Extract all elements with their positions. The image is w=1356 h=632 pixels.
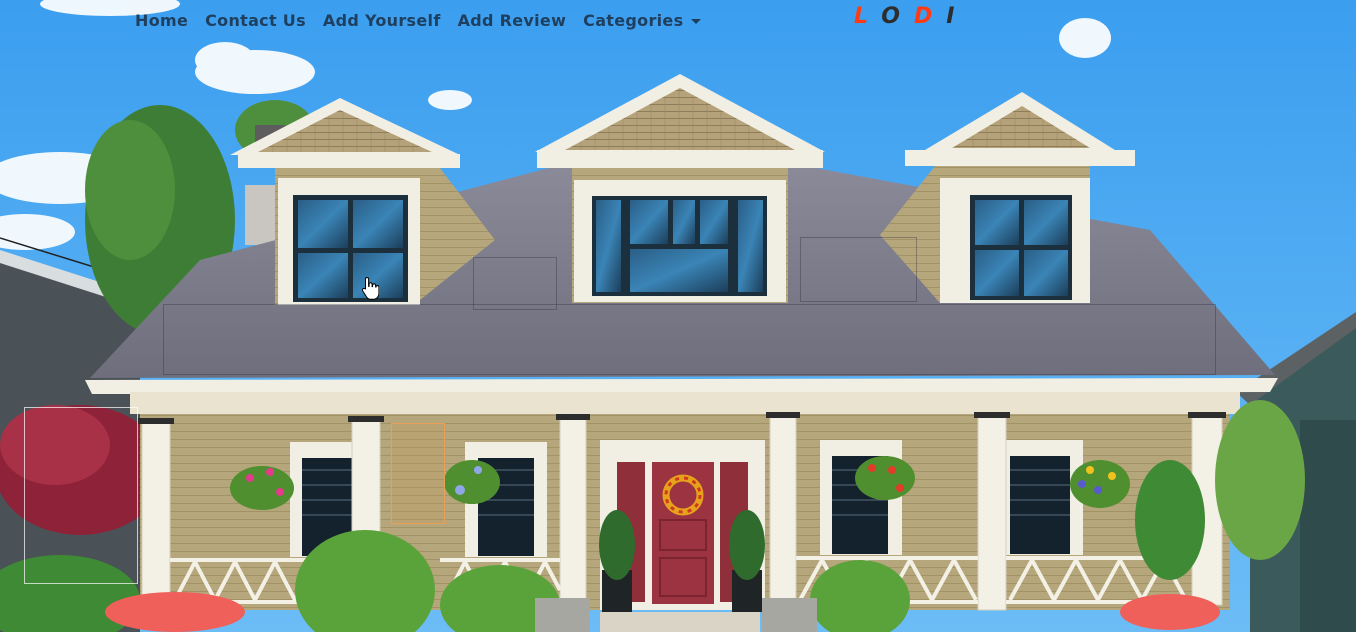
hand-pointer-icon (361, 276, 379, 300)
logo-letter-d: D (913, 4, 947, 29)
nav-home-link[interactable]: Home (135, 11, 188, 30)
nav-categories-label: Categories (583, 10, 684, 30)
image-hotspot-tree[interactable] (24, 407, 138, 584)
site-logo[interactable]: LODI (854, 4, 968, 29)
nav-contact-link[interactable]: Contact Us (205, 11, 306, 30)
chevron-down-icon (691, 18, 702, 24)
main-nav: Home Contact Us Add Yourself Add Review … (135, 6, 702, 34)
nav-categories-dropdown[interactable]: Categories (583, 10, 702, 30)
image-hotspot-roof-left[interactable] (473, 257, 557, 310)
logo-letter-i: I (946, 4, 969, 29)
nav-add-yourself-link[interactable]: Add Yourself (323, 11, 441, 30)
image-hotspot-wall[interactable] (391, 423, 445, 524)
logo-letter-o: O (881, 4, 914, 29)
image-hotspot-roof[interactable] (163, 304, 1216, 375)
logo-letter-l: L (854, 4, 882, 29)
image-hotspot-roof-right[interactable] (800, 237, 917, 302)
nav-add-review-link[interactable]: Add Review (458, 11, 567, 30)
